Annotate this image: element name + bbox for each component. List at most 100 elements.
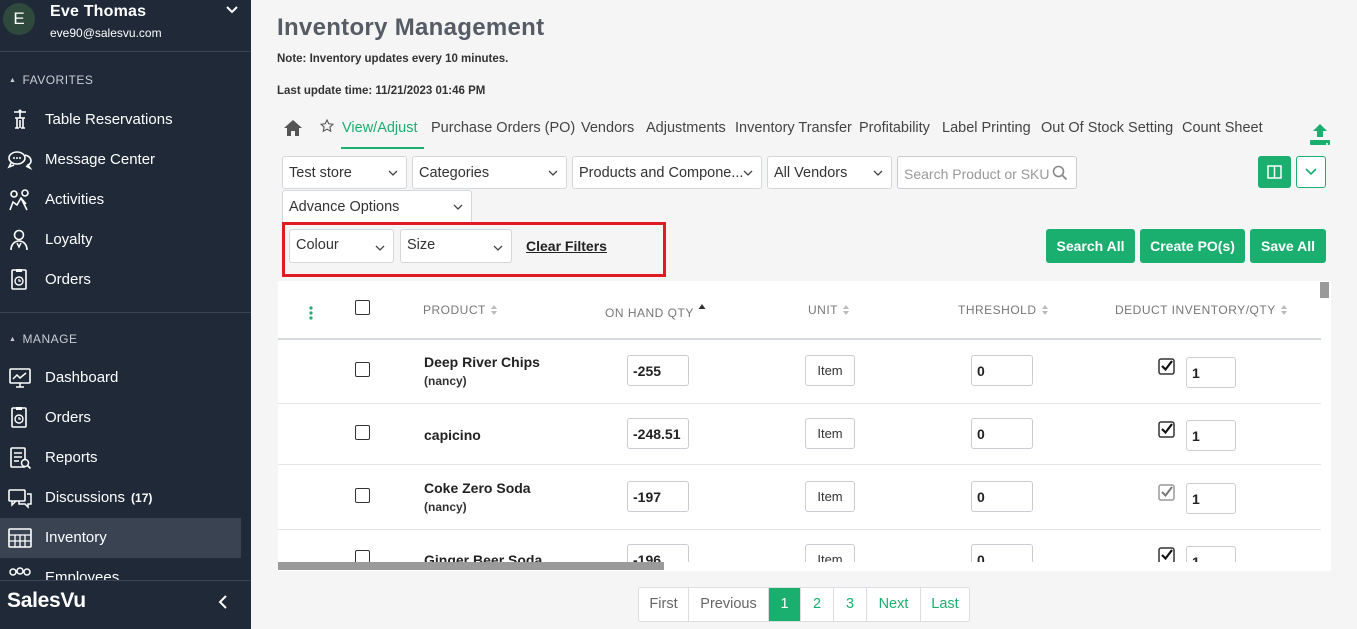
employees-icon: [9, 567, 31, 576]
chevron-left-icon[interactable]: [214, 592, 232, 612]
horizontal-scrollbar[interactable]: [278, 562, 664, 570]
threshold-input[interactable]: 0: [971, 481, 1033, 512]
select-all-checkbox[interactable]: [355, 300, 370, 315]
deduct-qty-input[interactable]: 1: [1186, 357, 1236, 388]
deduct-inventory-checkbox[interactable]: [1158, 421, 1175, 438]
product-name[interactable]: capicino: [424, 427, 481, 443]
user-profile[interactable]: E Eve Thomas eve90@salesvu.com: [0, 0, 251, 52]
create-po-button[interactable]: Create PO(s): [1140, 229, 1245, 263]
user-email: eve90@salesvu.com: [50, 26, 162, 40]
column-toggle-button[interactable]: [1258, 156, 1291, 188]
sidebar-item-orders[interactable]: Orders: [0, 398, 241, 438]
sidebar-item-activities[interactable]: Activities: [0, 180, 241, 220]
sidebar-item-inventory[interactable]: Inventory: [0, 518, 241, 558]
threshold-input[interactable]: 0: [971, 544, 1033, 562]
tab-count-sheet[interactable]: Count Sheet: [1182, 120, 1263, 136]
on-hand-qty-input[interactable]: -255: [627, 355, 689, 386]
colour-select[interactable]: Colour: [289, 229, 394, 263]
sidebar-item-loyalty[interactable]: Loyalty: [0, 220, 241, 260]
deduct-qty-input[interactable]: 1: [1186, 420, 1236, 451]
collapse-triangle-icon: ▲: [9, 336, 17, 343]
deduct-inventory-checkbox[interactable]: [1158, 484, 1175, 501]
sidebar-item-employees[interactable]: Employees: [0, 558, 241, 580]
chevron-down-icon[interactable]: [224, 2, 240, 18]
sidebar-item-reports[interactable]: Reports: [0, 438, 241, 478]
unit-button[interactable]: Item: [805, 355, 855, 386]
tab-adjustments[interactable]: Adjustments: [646, 120, 726, 136]
size-select[interactable]: Size: [400, 229, 512, 263]
on-hand-qty-input[interactable]: -196: [627, 544, 689, 562]
product-name[interactable]: Coke Zero Soda: [424, 480, 531, 496]
deduct-qty-input[interactable]: 1: [1186, 483, 1236, 514]
upload-icon[interactable]: [1307, 122, 1333, 148]
orders-icon: [11, 269, 27, 290]
tab-view-adjust[interactable]: View/Adjust: [342, 120, 418, 136]
sidebar-item-label: Orders: [45, 271, 91, 288]
unit-button[interactable]: Item: [805, 544, 855, 562]
table-row: Ginger Beer Soda -196 Item 0 1: [278, 530, 1321, 562]
tab-vendors[interactable]: Vendors: [581, 120, 634, 136]
tab-out-of-stock-setting[interactable]: Out Of Stock Setting: [1041, 120, 1173, 136]
sidebar-item-discussions[interactable]: Discussions (17): [0, 478, 241, 518]
threshold-input[interactable]: 0: [971, 355, 1033, 386]
main-content: Inventory Management Note: Inventory upd…: [251, 0, 1357, 629]
sidebar-item-message-center[interactable]: Message Center: [0, 140, 241, 180]
product-type-select[interactable]: Products and Compone...: [572, 156, 762, 189]
product-name[interactable]: Deep River Chips: [424, 354, 540, 370]
favorites-section-label[interactable]: ▲ FAVORITES: [9, 73, 93, 87]
threshold-input[interactable]: 0: [971, 418, 1033, 449]
row-checkbox[interactable]: [355, 488, 370, 503]
home-icon[interactable]: [283, 119, 303, 137]
search-all-button[interactable]: Search All: [1046, 229, 1135, 263]
deduct-inventory-checkbox[interactable]: [1158, 547, 1175, 562]
on-hand-qty-input[interactable]: -197: [627, 481, 689, 512]
page-previous[interactable]: Previous: [689, 588, 769, 621]
page-last[interactable]: Last: [921, 588, 969, 621]
star-icon[interactable]: [320, 119, 334, 133]
page-2[interactable]: 2: [801, 588, 834, 621]
category-select[interactable]: Categories: [412, 156, 567, 189]
more-options-button[interactable]: [1296, 156, 1326, 188]
page-1[interactable]: 1: [769, 588, 801, 621]
advance-options-select[interactable]: Advance Options: [282, 190, 472, 224]
column-header-threshold[interactable]: THRESHOLD: [958, 303, 1049, 317]
page-3[interactable]: 3: [834, 588, 867, 621]
page-title: Inventory Management: [277, 14, 545, 41]
on-hand-qty-input[interactable]: -248.51: [627, 418, 689, 449]
row-checkbox[interactable]: [355, 550, 370, 562]
column-header-product[interactable]: PRODUCT: [423, 303, 498, 317]
sidebar-item-dashboard[interactable]: Dashboard: [0, 358, 241, 398]
unit-button[interactable]: Item: [805, 418, 855, 449]
tab-inventory-transfer[interactable]: Inventory Transfer: [735, 120, 852, 136]
row-checkbox[interactable]: [355, 425, 370, 440]
product-name[interactable]: Ginger Beer Soda: [424, 552, 542, 562]
manage-section-label[interactable]: ▲ MANAGE: [9, 332, 77, 346]
row-checkbox[interactable]: [355, 362, 370, 377]
page-first[interactable]: First: [639, 588, 689, 621]
search-icon[interactable]: [1052, 165, 1068, 181]
column-header-unit[interactable]: UNIT: [808, 303, 850, 317]
save-all-button[interactable]: Save All: [1250, 229, 1326, 263]
chevron-down-icon: [388, 170, 398, 176]
tab-purchase-orders[interactable]: Purchase Orders (PO): [431, 120, 575, 136]
kebab-menu-icon[interactable]: [309, 305, 313, 321]
store-select[interactable]: Test store: [282, 156, 407, 189]
column-header-on-hand-qty[interactable]: ON HAND QTY: [605, 303, 706, 320]
sidebar-item-label: Employees: [45, 569, 120, 580]
search-input[interactable]: Search Product or SKU: [897, 156, 1077, 189]
avatar: E: [3, 3, 35, 35]
sidebar-item-orders[interactable]: Orders: [0, 260, 241, 300]
deduct-inventory-checkbox[interactable]: [1158, 358, 1175, 375]
page-next[interactable]: Next: [867, 588, 921, 621]
clear-filters-link[interactable]: Clear Filters: [526, 238, 607, 254]
sidebar-item-table-reservations[interactable]: Table Reservations: [0, 100, 241, 140]
deduct-qty-input[interactable]: 1: [1186, 546, 1236, 562]
vendor-select[interactable]: All Vendors: [767, 156, 892, 189]
unit-button[interactable]: Item: [805, 481, 855, 512]
sidebar-item-label: Inventory: [45, 529, 107, 546]
last-update-time: Last update time: 11/21/2023 01:46 PM: [277, 85, 486, 97]
vertical-scrollbar[interactable]: [1320, 282, 1329, 298]
tab-label-printing[interactable]: Label Printing: [942, 120, 1031, 136]
column-header-deduct-inventory[interactable]: DEDUCT INVENTORY/QTY: [1115, 303, 1288, 317]
tab-profitability[interactable]: Profitability: [859, 120, 930, 136]
